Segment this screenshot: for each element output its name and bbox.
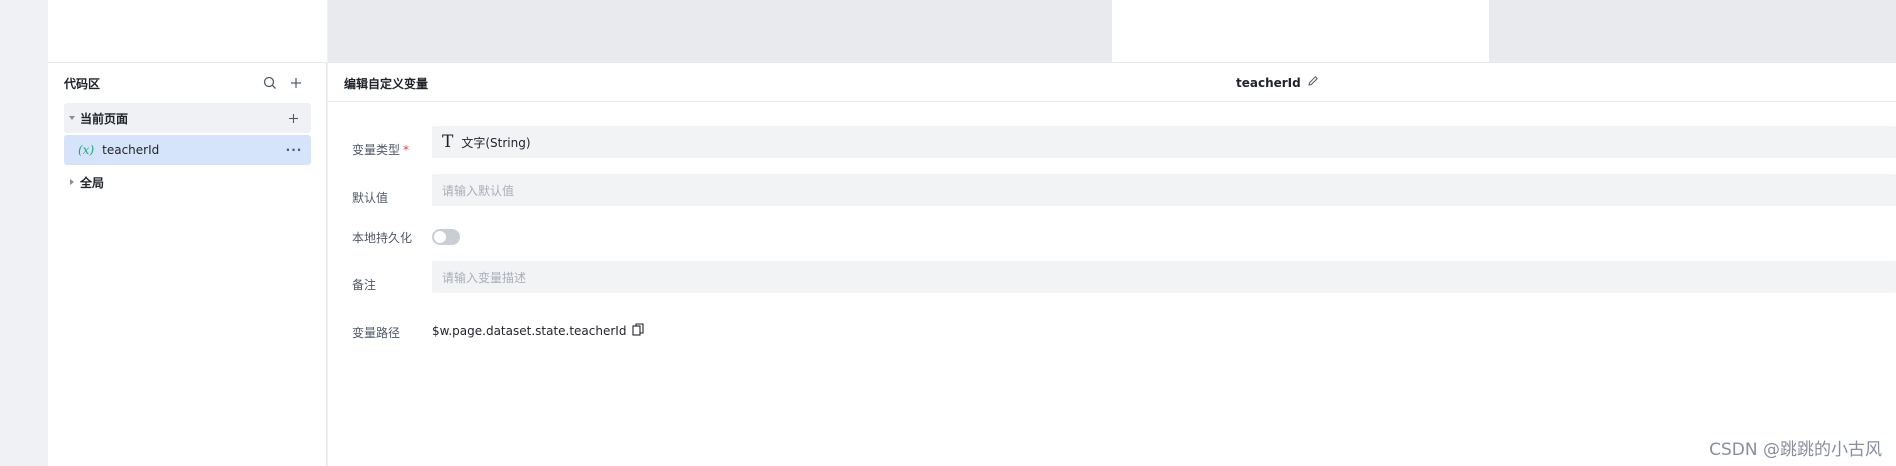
editor-panel: 编辑自定义变量 teacherId 变量类型 * T 文字(String) 默认值…	[328, 62, 1896, 466]
text-type-icon: T	[442, 132, 454, 152]
type-label: 变量类型 *	[352, 143, 410, 157]
tree-group-label: 当前页面	[80, 111, 129, 126]
default-value-placeholder: 请输入默认值	[442, 183, 515, 198]
search-icon[interactable]	[260, 73, 280, 93]
caret-down-icon[interactable]	[64, 103, 80, 133]
tree-item-label: teacherId	[102, 143, 160, 157]
type-select-value: 文字(String)	[461, 135, 531, 150]
more-icon[interactable]: ···	[283, 140, 305, 160]
variable-icon: (x)	[78, 143, 95, 157]
code-sidebar: 代码区 当前页面 (x) teacherId ··· 全局	[48, 62, 327, 466]
editor-header: 编辑自定义变量 teacherId	[328, 63, 1896, 102]
persist-toggle[interactable]	[432, 229, 460, 245]
watermark: CSDN @跳跳的小古风	[1709, 440, 1882, 460]
add-icon[interactable]	[286, 73, 306, 93]
note-input[interactable]: 请输入变量描述	[432, 261, 1896, 293]
top-bar	[48, 0, 1896, 62]
persist-label: 本地持久化	[352, 231, 413, 245]
required-mark: *	[403, 143, 410, 157]
caret-right-icon[interactable]	[64, 167, 80, 197]
edit-pencil-icon[interactable]	[1307, 75, 1319, 90]
left-rail	[0, 0, 48, 466]
default-value-input[interactable]: 请输入默认值	[432, 174, 1896, 206]
top-panel-tab-area	[328, 0, 1112, 62]
top-panel-active-tab[interactable]	[1112, 0, 1489, 62]
top-panel-left	[48, 0, 327, 62]
top-panel-right	[1489, 0, 1896, 62]
path-label: 变量路径	[352, 326, 401, 340]
tree-group-global[interactable]: 全局	[64, 167, 311, 197]
toggle-knob	[434, 231, 446, 243]
tree-item-teacherid[interactable]: (x) teacherId ···	[64, 135, 311, 165]
variable-path-value: $w.page.dataset.state.teacherId	[432, 324, 627, 338]
tree-group-label: 全局	[80, 175, 105, 190]
type-select[interactable]: T 文字(String)	[432, 126, 1896, 158]
note-placeholder: 请输入变量描述	[442, 270, 527, 285]
tree-group-current-page[interactable]: 当前页面	[64, 103, 311, 133]
editor-title: 编辑自定义变量	[344, 77, 429, 91]
sidebar-header: 代码区	[48, 63, 327, 103]
variable-name: teacherId	[1236, 75, 1301, 90]
default-label: 默认值	[352, 191, 389, 205]
variable-path: $w.page.dataset.state.teacherId	[432, 323, 645, 339]
copy-icon[interactable]	[632, 323, 645, 339]
variable-name-wrap: teacherId	[1236, 75, 1319, 90]
variable-tree: 当前页面 (x) teacherId ··· 全局	[64, 103, 311, 199]
add-variable-icon[interactable]	[283, 108, 303, 128]
note-label: 备注	[352, 278, 377, 292]
sidebar-title: 代码区	[64, 77, 101, 91]
